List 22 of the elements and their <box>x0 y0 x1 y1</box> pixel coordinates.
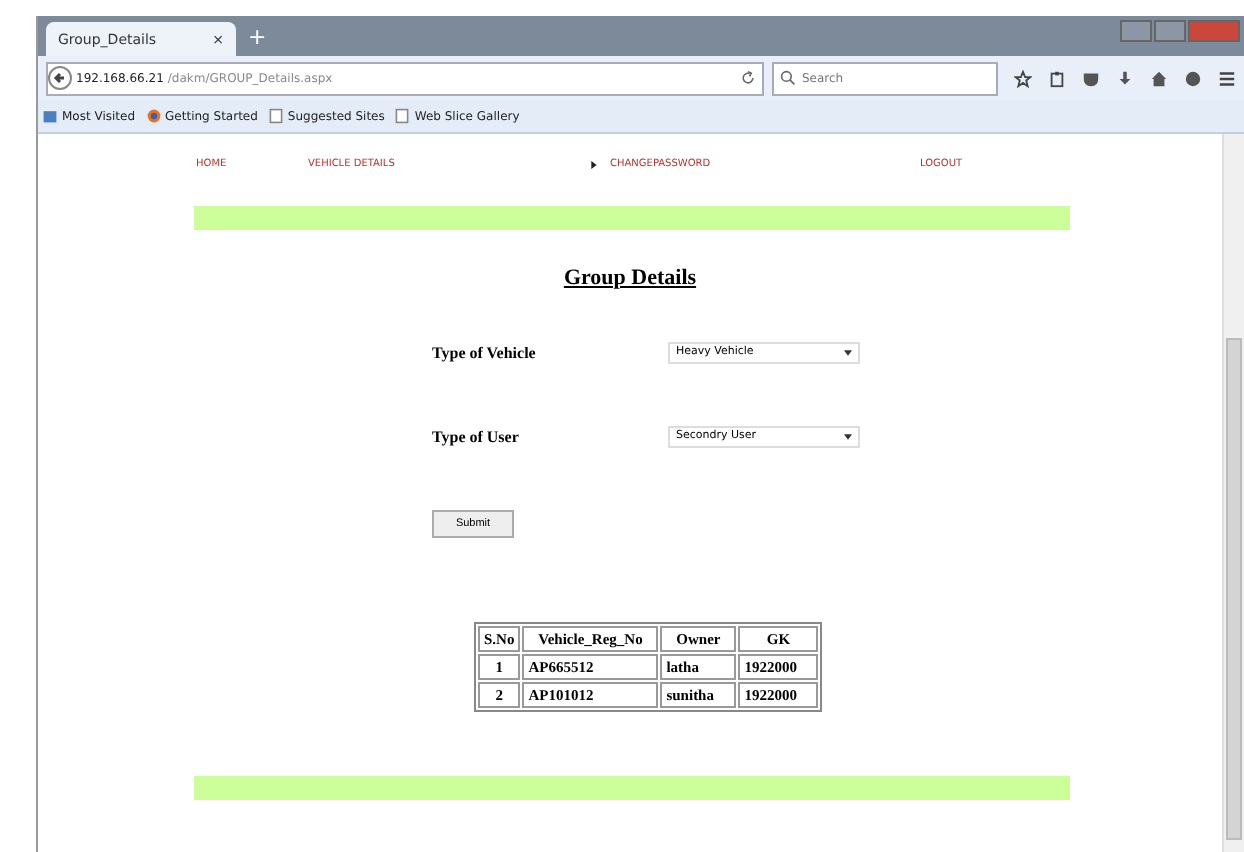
home-icon[interactable] <box>1150 69 1168 87</box>
globe-icon <box>145 108 162 124</box>
field-label: Type of User <box>432 427 521 445</box>
shield-icon[interactable] <box>1082 69 1100 87</box>
page-icon <box>267 108 284 124</box>
scrollbar[interactable] <box>1222 134 1244 852</box>
caret-icon <box>844 433 852 439</box>
star-icon[interactable] <box>1014 69 1032 87</box>
page-icon <box>394 108 411 124</box>
reload-icon[interactable] <box>740 70 756 86</box>
folder-icon <box>42 108 58 124</box>
back-icon[interactable] <box>48 66 72 90</box>
page-title: Group Details <box>563 266 697 290</box>
download-icon[interactable] <box>1116 69 1134 87</box>
arrow-icon <box>590 159 598 169</box>
clipboard-icon[interactable] <box>1048 69 1066 87</box>
menu-icon[interactable] <box>1218 69 1236 87</box>
search-icon <box>780 70 796 86</box>
scrollbar-thumb[interactable] <box>1226 338 1242 840</box>
new-tab-button[interactable]: + <box>248 24 267 50</box>
caret-icon <box>844 349 852 355</box>
field-label: Type of Vehicle <box>432 343 538 361</box>
